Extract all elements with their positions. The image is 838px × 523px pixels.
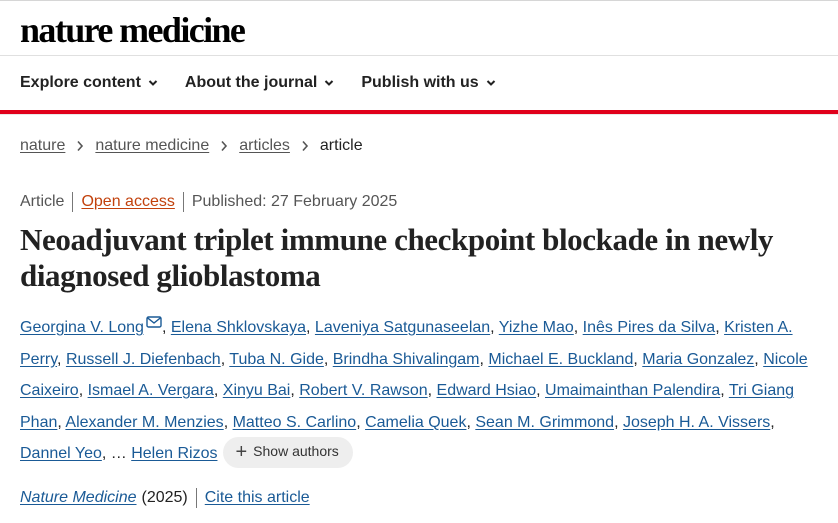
author-link[interactable]: Robert V. Rawson [299,382,427,399]
author-link[interactable]: Joseph H. A. Vissers [623,414,770,431]
author-link[interactable]: Maria Gonzalez [642,351,754,368]
chevron-right-icon [302,140,308,152]
author-link[interactable]: Michael E. Buckland [488,351,633,368]
author-link[interactable]: Elena Shklovskaya [171,319,306,336]
chevron-right-icon [77,140,84,152]
citation-divider [195,488,197,508]
author-link[interactable]: Russell J. Diefenbach [66,351,221,368]
mail-icon[interactable] [146,316,162,328]
author-link[interactable]: Tuba N. Gide [229,351,324,368]
chevron-right-icon [221,140,228,152]
cite-article-link[interactable]: Cite this article [205,487,310,509]
breadcrumb: nature nature medicine articles article [20,135,363,157]
published-date: Published: 27 February 2025 [191,193,398,210]
breadcrumb-articles[interactable]: articles [239,135,290,157]
author-link[interactable]: Ismael A. Vergara [88,382,214,399]
author-link[interactable]: Inês Pires da Silva [583,319,716,336]
open-access-link[interactable]: Open access [81,191,174,213]
breadcrumb-nature-medicine[interactable]: nature medicine [95,135,209,157]
journal-link[interactable]: Nature Medicine [20,487,137,509]
nav-about-journal[interactable]: About the journal [185,68,334,98]
nav-publish-with-us[interactable]: Publish with us [361,68,495,98]
author-list: Georgina V. Long, Elena Shklovskaya, Lav… [20,312,810,470]
chevron-down-icon [325,80,334,86]
author-link[interactable]: Helen Rizos [131,445,217,462]
plus-icon: + [235,441,248,464]
meta-divider [182,192,184,212]
author-link[interactable]: Xinyu Bai [223,382,291,399]
site-logo[interactable]: nature medicine [20,10,246,50]
article-type: Article [20,193,65,210]
citation-year: (2025) [141,489,188,506]
chevron-down-icon [486,80,495,86]
show-authors-label: Show authors [253,443,339,460]
author-link[interactable]: Dannel Yeo [20,445,102,462]
author-ellipsis: … [110,445,127,463]
author-link[interactable]: Edward Hsiao [437,382,537,399]
breadcrumb-current: article [319,137,363,154]
meta-divider [72,192,74,212]
author-link[interactable]: Sean M. Grimmond [475,414,614,431]
author-link[interactable]: Alexander M. Menzies [65,414,223,431]
nav-explore-content[interactable]: Explore content [20,68,158,98]
nav-label: Publish with us [361,74,479,91]
article-title: Neoadjuvant triplet immune checkpoint bl… [20,222,774,293]
main-nav: Explore content About the journal Publis… [20,68,523,98]
nav-label: Explore content [20,74,141,91]
author-link[interactable]: Georgina V. Long [20,319,144,336]
breadcrumb-nature[interactable]: nature [20,135,65,157]
article-meta: Article Open access Published: 27 Februa… [20,191,397,213]
author-link[interactable]: Umaimainthan Palendira [545,382,720,399]
author-link[interactable]: Laveniya Satgunaseelan [315,319,490,336]
citation-line: Nature Medicine (2025) Cite this article [20,487,310,509]
header-divider [0,55,838,56]
chevron-down-icon [148,80,158,86]
author-link[interactable]: Camelia Quek [365,414,466,431]
show-authors-button[interactable]: + Show authors [223,436,353,468]
accent-bar-shadow [0,114,838,115]
author-link[interactable]: Yizhe Mao [499,319,574,336]
author-link[interactable]: Brindha Shivalingam [333,351,480,368]
author-link[interactable]: Matteo S. Carlino [233,414,357,431]
nav-label: About the journal [184,74,318,91]
top-border [0,0,838,1]
